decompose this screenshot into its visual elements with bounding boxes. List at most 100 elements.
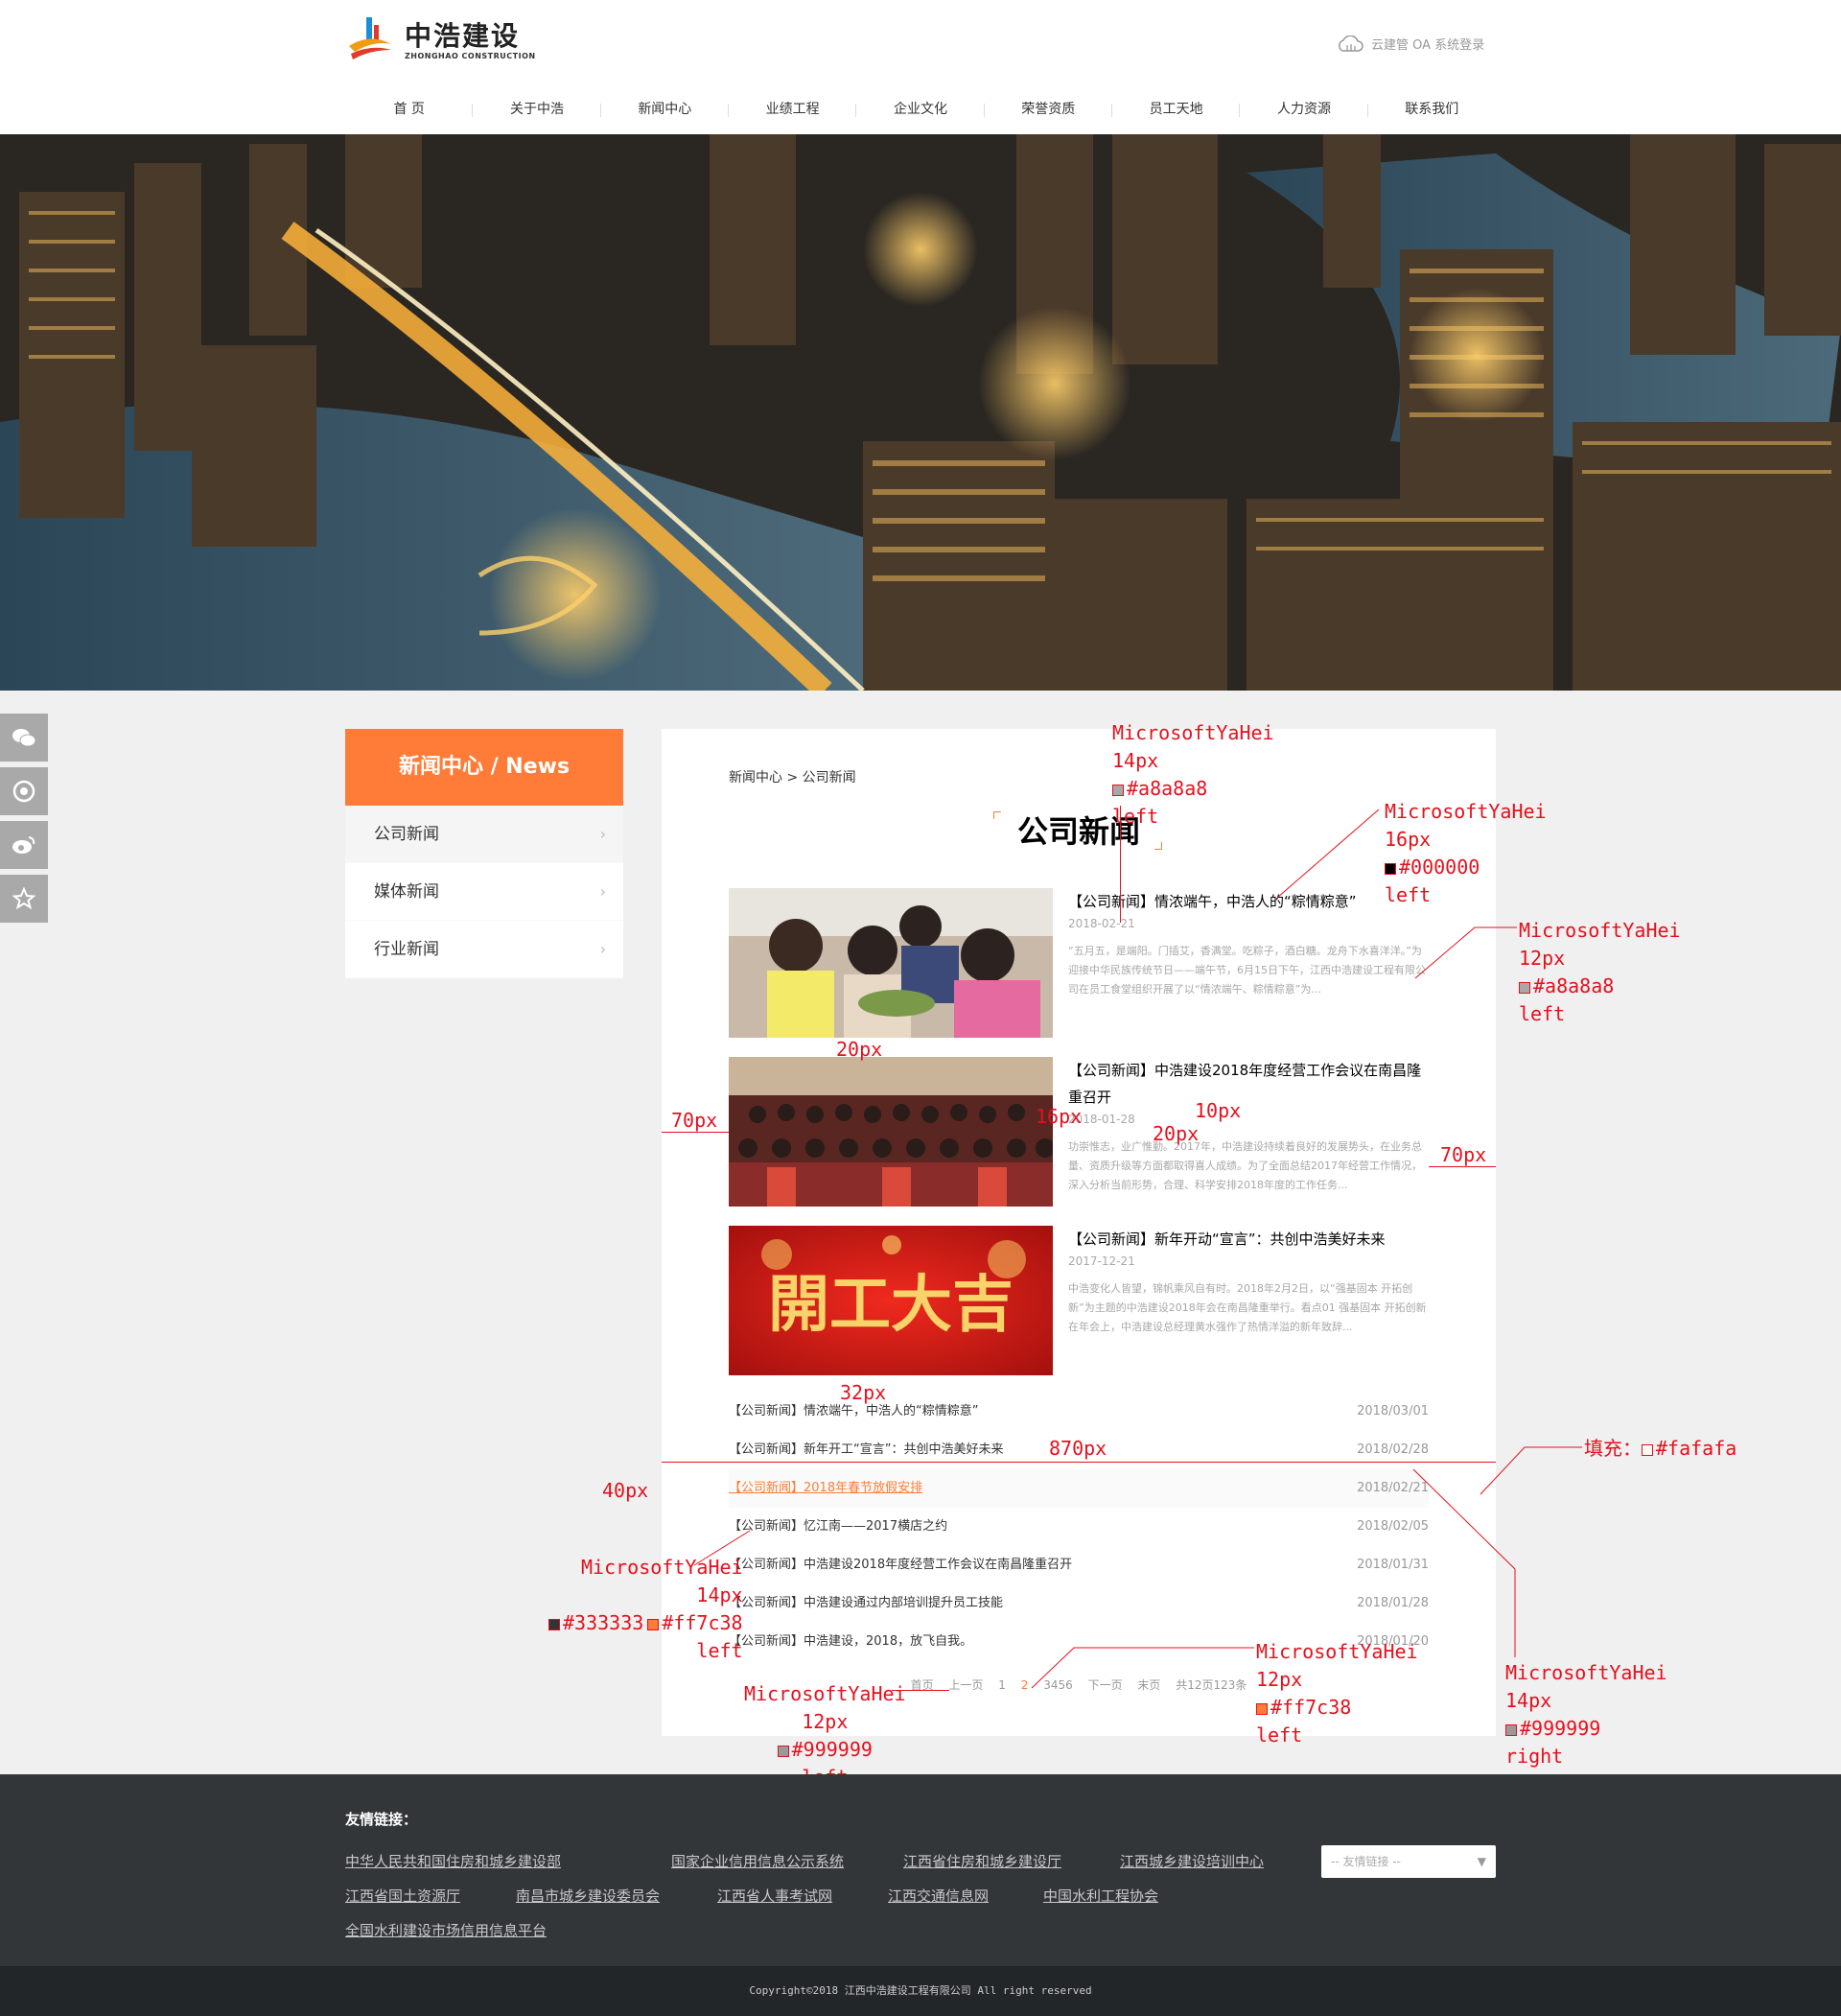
hero-banner-city-night [0, 134, 1841, 691]
page-root: 中浩建设 ZHONGHAO CONSTRUCTION 云建管 OA 系统登录 首… [0, 0, 1841, 2016]
friend-link[interactable]: 江西交通信息网 [888, 1886, 989, 1906]
spec-dimension: 20px [836, 1038, 883, 1061]
spec-dimension: 10px [1195, 1099, 1242, 1122]
nav-contact[interactable]: 联系我们 [1368, 94, 1496, 125]
spec-dimension: 70px [671, 1109, 718, 1132]
news-date: 2018-02-21 [1068, 917, 1135, 930]
news-thumbnail[interactable] [729, 1057, 1053, 1207]
friend-link[interactable]: 江西省国土资源厅 [345, 1886, 460, 1906]
copyright: Copyright©2018 江西中浩建设工程有限公司 All right re… [0, 1966, 1841, 2016]
social-sidebar [0, 714, 48, 928]
spec-dimension-line [662, 1132, 729, 1133]
sidebar-item-label: 公司新闻 [374, 825, 439, 844]
friend-link[interactable]: 江西城乡建设培训中心 [1120, 1851, 1264, 1871]
news-title[interactable]: 【公司新闻】中浩建设2018年度经营工作会议在南昌隆重召开 [1068, 1057, 1429, 1111]
nav-honors[interactable]: 荣誉资质 [985, 94, 1113, 125]
spec-dimension-line [1429, 1166, 1496, 1167]
spec-leader-line [1276, 809, 1380, 899]
friend-links-label: 友情链接： [345, 1811, 418, 1828]
spec-dimension: 16px [1036, 1105, 1083, 1128]
featured-news-card[interactable]: 【公司新闻】中浩建设2018年度经营工作会议在南昌隆重召开 2018-01-28… [729, 1057, 1429, 1207]
pager-page-current[interactable]: 2 [1021, 1678, 1029, 1692]
nav-culture[interactable]: 企业文化 [856, 94, 985, 125]
nav-about[interactable]: 关于中浩 [473, 94, 601, 125]
shutter-icon[interactable] [0, 767, 48, 815]
friend-link[interactable]: 中国水利工程协会 [1043, 1886, 1158, 1906]
spec-leader-line [1414, 926, 1517, 979]
spec-dimension: 32px [840, 1381, 887, 1404]
news-sidebar: 新闻中心 / News 公司新闻 › 媒体新闻 › 行业新闻 › [345, 729, 623, 978]
spec-leader-line [1412, 1468, 1516, 1657]
logo-name: 中浩建设 [405, 19, 521, 52]
list-item[interactable]: 【公司新闻】中浩建设2018年度经营工作会议在南昌隆重召开 2018/01/31 [729, 1546, 1429, 1584]
spec-annotation: MicrosoftYaHei 14px #a8a8a8 left [1112, 721, 1274, 828]
sidebar-item-label: 媒体新闻 [374, 882, 439, 902]
sidebar-item-media-news[interactable]: 媒体新闻 › [345, 863, 623, 921]
news-summary: 功崇惟志，业广惟勤。2017年，中浩建设持续着良好的发展势头，在业务总量、资质升… [1068, 1140, 1422, 1191]
main-nav: 首 页 关于中浩 新闻中心 业绩工程 企业文化 荣誉资质 员工天地 人力资源 联… [345, 94, 1496, 125]
friend-link[interactable]: 国家企业信用信息公示系统 [671, 1851, 844, 1871]
sidebar-title: 新闻中心 / News [345, 729, 623, 806]
list-item[interactable]: 【公司新闻】中浩建设通过内部培训提升员工技能 2018/01/28 [729, 1584, 1429, 1623]
list-item-title[interactable]: 【公司新闻】忆江南——2017横店之约 [729, 1519, 947, 1534]
spec-leader-line [1031, 1647, 1254, 1689]
spec-annotation: 填充： #fafafa [1584, 1437, 1737, 1460]
logo-english: ZHONGHAO CONSTRUCTION [405, 51, 536, 60]
spec-annotation: MicrosoftYaHei 16px #000000 left [1385, 800, 1547, 906]
list-item-hovered[interactable]: 【公司新闻】2018年春节放假安排 2018/02/21 [729, 1469, 1429, 1508]
chevron-right-icon: › [599, 825, 606, 843]
sidebar-item-company-news[interactable]: 公司新闻 › [345, 806, 623, 863]
news-date: 2017-12-21 [1068, 1254, 1135, 1268]
oa-login-link[interactable]: 云建管 OA 系统登录 [1335, 35, 1484, 53]
friend-links-select[interactable]: -- 友情链接 -- ▼ [1321, 1845, 1496, 1878]
wechat-icon[interactable] [0, 714, 48, 762]
list-item[interactable]: 【公司新闻】忆江南——2017横店之约 2018/02/05 [729, 1508, 1429, 1546]
spec-leader-line [1120, 806, 1121, 923]
chevron-right-icon: › [599, 882, 606, 901]
oa-login-label: 云建管 OA 系统登录 [1371, 38, 1485, 53]
header: 中浩建设 ZHONGHAO CONSTRUCTION 云建管 OA 系统登录 首… [0, 0, 1841, 134]
news-list: 【公司新闻】情浓端午，中浩人的“粽情粽意” 2018/03/01 【公司新闻】新年… [729, 1393, 1429, 1661]
pager-page-1[interactable]: 1 [998, 1678, 1006, 1692]
star-icon[interactable] [0, 875, 48, 923]
list-item-title[interactable]: 【公司新闻】中浩建设，2018，放飞自我。 [729, 1634, 972, 1649]
spec-annotation: MicrosoftYaHei 14px #333333 #ff7c38 left [548, 1554, 743, 1665]
list-item-title[interactable]: 【公司新闻】2018年春节放假安排 [729, 1481, 922, 1495]
spec-leader-line [892, 1690, 949, 1691]
news-title[interactable]: 【公司新闻】新年开动“宣言”：共创中浩美好未来 [1068, 1226, 1429, 1253]
nav-projects[interactable]: 业绩工程 [729, 94, 857, 125]
friend-link[interactable]: 全国水利建设市场信用信息平台 [345, 1920, 547, 1940]
weibo-icon[interactable] [0, 821, 48, 869]
banner-text: 開工大吉 [768, 1269, 1014, 1341]
featured-news-card[interactable]: 開工大吉 【公司新闻】新年开动“宣言”：共创中浩美好未来 2017-12-21 … [729, 1226, 1429, 1375]
news-summary: “五月五，是端阳。门插艾，香满堂。吃粽子，酒白糖。龙舟下水喜洋洋。”为迎接中华民… [1068, 945, 1426, 996]
spec-dimension: 20px [1153, 1122, 1200, 1145]
news-thumbnail[interactable] [729, 888, 1053, 1038]
spec-dimension-line [662, 1462, 1496, 1463]
nav-news[interactable]: 新闻中心 [601, 94, 730, 125]
spec-dimension: 40px [602, 1479, 649, 1502]
sidebar-item-label: 行业新闻 [374, 940, 439, 959]
list-item-title[interactable]: 【公司新闻】中浩建设2018年度经营工作会议在南昌隆重召开 [729, 1558, 1072, 1572]
nav-home[interactable]: 首 页 [345, 94, 474, 125]
friend-link[interactable]: 江西省人事考试网 [717, 1886, 832, 1906]
nav-hr[interactable]: 人力资源 [1240, 94, 1368, 125]
news-thumbnail[interactable]: 開工大吉 [729, 1226, 1053, 1375]
news-summary: 中浩变化人皆望，锦帆乘风自有时。2018年2月2日，以“强基固本 开拓创新”为主… [1068, 1282, 1427, 1333]
list-item-title[interactable]: 【公司新闻】中浩建设通过内部培训提升员工技能 [729, 1596, 1003, 1610]
friend-link[interactable]: 江西省住房和城乡建设厅 [903, 1851, 1061, 1871]
spec-annotation: MicrosoftYaHei 12px #a8a8a8 left [1519, 919, 1681, 1025]
title-corner-decor [1154, 842, 1162, 850]
select-value: -- 友情链接 -- [1331, 1855, 1401, 1868]
pager-prev[interactable]: 上一页 [948, 1678, 983, 1692]
friend-link[interactable]: 南昌市城乡建设委员会 [516, 1886, 660, 1906]
sidebar-item-industry-news[interactable]: 行业新闻 › [345, 921, 623, 978]
friend-link[interactable]: 中华人民共和国住房和城乡建设部 [345, 1851, 561, 1871]
breadcrumb: 新闻中心 > 公司新闻 [729, 770, 856, 785]
logo[interactable]: 中浩建设 ZHONGHAO CONSTRUCTION [345, 15, 536, 65]
chevron-down-icon: ▼ [1477, 1855, 1486, 1868]
featured-news-card[interactable]: 【公司新闻】情浓端午，中浩人的“粽情粽意” 2018-02-21 “五月五，是端… [729, 888, 1429, 1038]
list-item[interactable]: 【公司新闻】情浓端午，中浩人的“粽情粽意” 2018/03/01 [729, 1393, 1429, 1431]
list-item-title[interactable]: 【公司新闻】新年开工“宣言”：共创中浩美好未来 [729, 1442, 1003, 1457]
nav-staff[interactable]: 员工天地 [1112, 94, 1241, 125]
